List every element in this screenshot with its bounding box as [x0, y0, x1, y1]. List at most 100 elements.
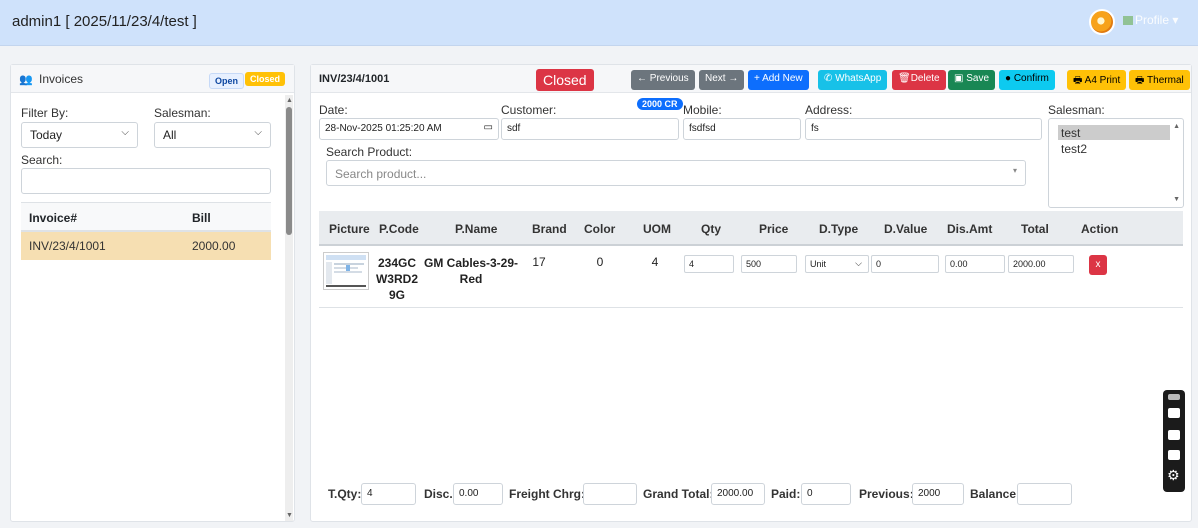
save-button[interactable]: ▣ Save — [948, 70, 996, 90]
brand-cell: 17 — [532, 255, 546, 269]
disamt-input[interactable]: 0.00 — [945, 255, 1005, 273]
invoice-search-input[interactable] — [21, 168, 271, 194]
pname-line: GM Cables-3-29- — [423, 256, 519, 270]
mobile-input[interactable]: fsdfsd — [683, 118, 801, 140]
calendar-icon[interactable]: ▭ — [484, 122, 493, 133]
chevron-down-icon: ▾ — [1012, 166, 1017, 175]
video-icon[interactable] — [1168, 430, 1180, 440]
scroll-down-icon[interactable]: ▼ — [286, 512, 293, 519]
delete-label: Delete — [910, 73, 940, 84]
salesman-filter-select[interactable]: All ⌵ — [154, 122, 271, 148]
salesman-label: Salesman: — [1048, 103, 1105, 117]
color-column-header: Color — [584, 222, 616, 236]
invoices-panel: 👥 Invoices Open Closed Filter By: Salesm… — [10, 64, 295, 522]
color-cell: 0 — [596, 255, 604, 269]
search-product-input[interactable]: Search product... ▾ — [326, 160, 1026, 186]
dvalue-input[interactable]: 0 — [871, 255, 939, 273]
grand-total-input[interactable]: 2000.00 — [711, 483, 765, 505]
search-product-placeholder: Search product... — [335, 167, 427, 181]
invoice-editor-header: INV/23/4/1001 Closed ← Previous Next → +… — [311, 65, 1191, 93]
invoice-cell: INV/23/4/1001 — [29, 239, 106, 253]
date-value: 28-Nov-2025 01:25:20 AM — [325, 123, 442, 134]
table-row[interactable]: INV/23/4/1001 2000.00 — [21, 232, 271, 260]
closed-badge[interactable]: Closed — [245, 72, 286, 86]
address-value: fs — [811, 123, 819, 134]
salesman-option[interactable]: test — [1058, 125, 1170, 140]
next-button[interactable]: Next → — [699, 70, 745, 90]
disc-label: Disc.: — [424, 487, 457, 501]
bill-cell: 2000.00 — [192, 239, 236, 253]
search-product-label: Search Product: — [326, 145, 413, 159]
dtype-select[interactable]: Unit ⌵ — [805, 255, 869, 273]
chevron-down-icon: ⌵ — [254, 127, 262, 138]
salesman-option[interactable]: test2 — [1058, 141, 1170, 156]
price-input[interactable]: 500 — [741, 255, 797, 273]
previous-button[interactable]: ← Previous — [631, 70, 695, 90]
freight-input[interactable] — [583, 483, 637, 505]
salesman-filter-label: Salesman: — [154, 106, 211, 120]
scroll-up-icon[interactable]: ▲ — [1173, 123, 1180, 130]
whatsapp-label: WhatsApp — [835, 73, 882, 84]
chevron-down-icon: ⌵ — [855, 258, 862, 268]
disc-input[interactable]: 0.00 — [453, 483, 503, 505]
profile-dropdown[interactable]: Profile ▾ — [1123, 13, 1178, 27]
grip-icon[interactable] — [1168, 394, 1180, 400]
balance-input[interactable] — [1017, 483, 1072, 505]
pname-column-header: P.Name — [455, 222, 498, 236]
dtype-column-header: D.Type — [819, 222, 859, 236]
total-input[interactable]: 2000.00 — [1008, 255, 1074, 273]
scroll-down-icon[interactable]: ▼ — [1173, 196, 1180, 203]
pcode-line: 9G — [388, 288, 405, 302]
a4-print-button[interactable]: 🖶 A4 Print — [1067, 70, 1127, 90]
customer-input[interactable]: sdf — [501, 118, 679, 140]
brand-column-header: Brand — [532, 222, 567, 236]
dtype-value: Unit — [810, 259, 827, 269]
whatsapp-icon: ✆ — [824, 73, 836, 84]
freight-label: Freight Chrg: — [509, 487, 585, 501]
whatsapp-button[interactable]: ✆ WhatsApp — [818, 70, 888, 90]
credit-badge: 2000 CR — [637, 98, 683, 110]
product-image[interactable] — [323, 252, 369, 290]
scrollbar-thumb[interactable] — [286, 107, 292, 235]
thermal-print-button[interactable]: 🖶 Thermal — [1129, 70, 1190, 90]
qty-input[interactable]: 4 — [684, 255, 734, 273]
filter-select[interactable]: Today ⌵ — [21, 122, 138, 148]
action-column-header: Action — [1081, 222, 1119, 236]
camera-icon[interactable] — [1168, 408, 1180, 418]
invoice-number: INV/23/4/1001 — [319, 73, 390, 85]
address-input[interactable]: fs — [805, 118, 1042, 140]
a4-print-label: A4 Print — [1084, 75, 1121, 86]
invoices-panel-header: 👥 Invoices Open Closed — [11, 65, 294, 93]
open-badge[interactable]: Open — [209, 73, 245, 89]
salesman-listbox[interactable]: test test2 ▲ ▼ — [1048, 118, 1184, 208]
printer-icon: 🖶 — [1073, 75, 1085, 86]
trash-icon: 🗑 — [898, 73, 911, 84]
window-icon[interactable] — [1168, 450, 1180, 460]
invoices-title: Invoices — [39, 72, 84, 86]
invoices-scrollbar[interactable]: ▲ ▼ — [285, 95, 293, 521]
confirm-button[interactable]: ● Confirm — [999, 70, 1055, 90]
filter-label: Filter By: — [21, 106, 69, 120]
invoice-column-header: Invoice# — [29, 211, 78, 225]
delete-button[interactable]: 🗑Delete — [892, 70, 946, 90]
totals-bar: T.Qty: 4 Disc.: 0.00 Freight Chrg: Grand… — [311, 475, 1191, 510]
add-new-button[interactable]: + Add New — [748, 70, 809, 90]
scroll-up-icon[interactable]: ▲ — [286, 97, 293, 104]
remove-row-button[interactable]: x — [1089, 255, 1107, 275]
date-input[interactable]: 28-Nov-2025 01:25:20 AM ▭ — [319, 118, 499, 140]
pcode-cell: 234GC W3RD2 9G — [375, 255, 419, 303]
users-icon: 👥 — [19, 74, 33, 86]
previous-input[interactable]: 2000 — [912, 483, 964, 505]
search-label: Search: — [21, 153, 63, 167]
status-badge: Closed — [536, 69, 594, 91]
paid-input[interactable]: 0 — [801, 483, 851, 505]
pcode-line: 234GC — [377, 256, 417, 270]
gear-icon[interactable]: ⚙ — [1167, 468, 1180, 482]
save-label: Save — [966, 73, 990, 84]
disamt-column-header: Dis.Amt — [947, 222, 993, 236]
balance-label: Balance: — [970, 487, 1021, 501]
user-avatar[interactable] — [1089, 9, 1115, 35]
pname-line: Red — [459, 272, 483, 286]
bill-column-header: Bill — [192, 211, 211, 225]
tqty-input[interactable]: 4 — [361, 483, 416, 505]
